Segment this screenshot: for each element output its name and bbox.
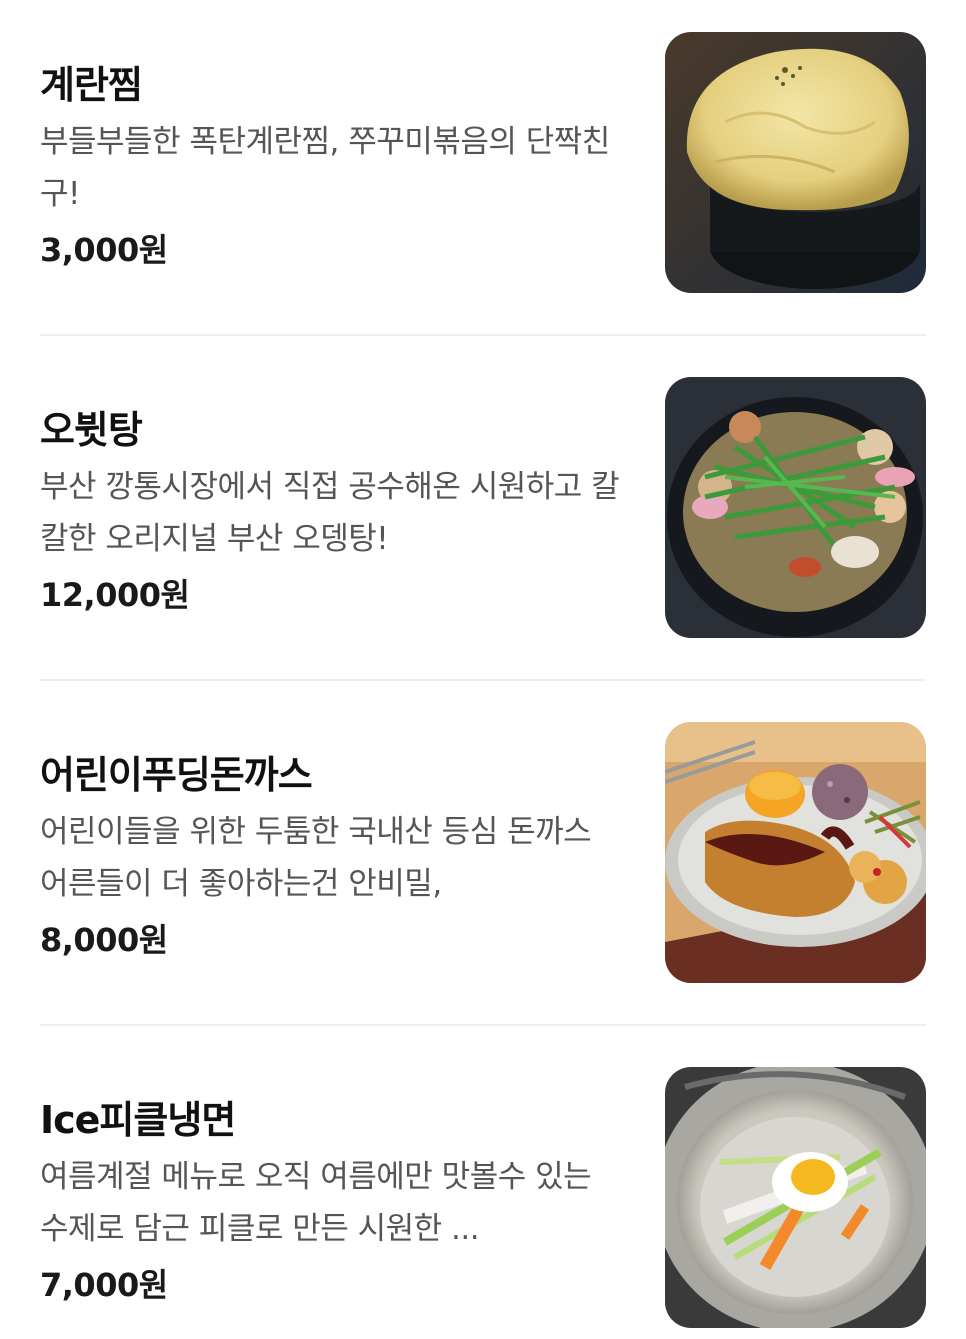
menu-item-price: 7,000원 [40, 1266, 168, 1304]
menu-item-steamed-egg[interactable]: 계란찜 부들부들한 폭탄계란찜, 쭈꾸미볶음의 단짝친구! 3,000원 [40, 32, 926, 294]
divider [40, 334, 926, 336]
cold-noodle-photo[interactable] [665, 1067, 926, 1328]
divider [40, 679, 926, 681]
menu-item-price: 12,000원 [40, 576, 190, 614]
menu-item-description: 부들부들한 폭탄계란찜, 쭈꾸미볶음의 단짝친구! [40, 124, 610, 212]
menu-item-name: 어린이푸딩돈까스 [40, 753, 313, 797]
menu-item-description: 여름계절 메뉴로 오직 여름에만 맛볼수 있는 수제로 담근 피클로 만든 시원… [40, 1159, 592, 1247]
divider [40, 1024, 926, 1026]
pork-cutlet-plate-photo[interactable] [665, 722, 926, 983]
fishcake-soup-image [665, 377, 926, 638]
fishcake-soup-photo[interactable] [665, 377, 926, 638]
menu-item-name: 오뷧탕 [40, 408, 143, 452]
menu-item-ice-pickle-noodle[interactable]: Ice피클냉면 여름계절 메뉴로 오직 여름에만 맛볼수 있는 수제로 담근 피… [40, 1067, 926, 1329]
menu-item-price: 8,000원 [40, 921, 168, 959]
menu-item-description: 부산 깡통시장에서 직접 공수해온 시원하고 칼칼한 오리지널 부산 오뎅탕! [40, 469, 620, 557]
menu-item-price: 3,000원 [40, 231, 168, 269]
menu-item-description: 어린이들을 위한 두툼한 국내산 등심 돈까스 어른들이 더 좋아하는건 안비밀… [40, 814, 592, 902]
cold-noodle-image [665, 1067, 926, 1328]
menu-item-name: 계란찜 [40, 63, 143, 107]
pork-cutlet-image [665, 722, 926, 983]
menu-item-fishcake-soup[interactable]: 오뷧탕 부산 깡통시장에서 직접 공수해온 시원하고 칼칼한 오리지널 부산 오… [40, 377, 926, 639]
menu-item-pudding-cutlet[interactable]: 어린이푸딩돈까스 어린이들을 위한 두툼한 국내산 등심 돈까스 어른들이 더 … [40, 722, 926, 984]
steamed-egg-photo[interactable] [665, 32, 926, 293]
menu-item-name: Ice피클냉면 [40, 1098, 236, 1142]
steamed-egg-image [665, 32, 926, 293]
menu-list: 계란찜 부들부들한 폭탄계란찜, 쭈꾸미볶음의 단짝친구! 3,000원 오뷧탕… [0, 0, 966, 1339]
